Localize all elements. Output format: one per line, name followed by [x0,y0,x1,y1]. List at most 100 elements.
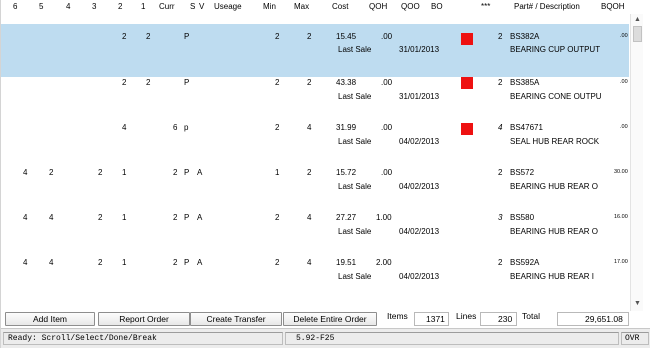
last-sale-label: Last Sale [338,227,372,236]
cell-bqoh: .00 [620,124,628,130]
cell-2: 2 [122,78,127,87]
col-header-max[interactable]: Max [294,2,309,11]
col-header-flag[interactable]: *** [481,2,490,11]
part-number: BS47671 [510,123,543,132]
grid-row[interactable]: 4 4 2 1 2 P A 2 4 19.51 2.00 Last Sale 0… [1,255,629,299]
col-header-bo[interactable]: BO [431,2,443,11]
cell-qoh: .00 [381,168,393,177]
col-header-curr[interactable]: Curr [159,2,175,11]
col-header-bqoh[interactable]: BQOH [601,2,625,11]
col-header-part[interactable]: Part# / Description [514,2,580,11]
col-header-v[interactable]: V [199,2,204,11]
grid-row[interactable]: 2 2 P 2 2 15.45 .00 Last Sale 31/01/2013… [1,24,629,77]
grid-row[interactable]: 4 2 2 1 2 P A 1 2 15.72 .00 Last Sale 04… [1,165,629,209]
cell-6: 4 [23,258,28,267]
cell-bqoh: .00 [620,33,628,39]
grid-row[interactable]: 4 6 p 2 4 31.99 .00 Last Sale 04/02/2013… [1,120,629,164]
add-item-button[interactable]: Add Item [5,312,95,326]
col-header-4[interactable]: 4 [66,2,70,11]
order-review-window: 6 5 4 3 2 1 Curr S V Useage Min Max Cost… [0,0,650,348]
backorder-flag-icon [461,33,473,45]
part-description: BEARING HUB REAR O [510,182,599,191]
part-description: SEAL HUB REAR ROCK [510,137,600,146]
cell-v: A [197,213,203,222]
cell-s: P [184,32,190,41]
part-number: BS580 [510,213,535,222]
col-header-s[interactable]: S [190,2,195,11]
report-order-button[interactable]: Report Order [98,312,190,326]
cell-cost: 15.45 [336,32,357,41]
cell-1: 2 [146,32,151,41]
action-bar: Add Item Report Order Create Transfer De… [1,311,650,327]
cell-3: 2 [98,258,103,267]
cell-5: 4 [49,213,54,222]
cell-cost: 19.51 [336,258,357,267]
cell-bqoh: 16.00 [614,214,628,220]
status-bar: Ready: Scroll/Select/Done/Break 5.92-F25… [1,328,650,348]
col-header-1[interactable]: 1 [141,2,145,11]
col-header-2[interactable]: 2 [118,2,122,11]
cell-flag-qty: 3 [498,213,503,222]
items-label: Items [387,311,408,321]
last-sale-date: 31/01/2013 [399,45,440,54]
status-version: 5.92-F25 [285,332,619,345]
cell-cost: 15.72 [336,168,357,177]
last-sale-date: 04/02/2013 [399,137,440,146]
last-sale-date: 04/02/2013 [399,182,440,191]
part-number: BS382A [510,32,540,41]
vertical-scrollbar[interactable]: ▲ ▼ [630,14,643,311]
cell-3: 2 [98,213,103,222]
cell-s: p [184,123,189,132]
column-header-bar: 6 5 4 3 2 1 Curr S V Useage Min Max Cost… [1,0,650,14]
grid-row[interactable]: 4 4 2 1 2 P A 2 4 27.27 1.00 Last Sale 0… [1,210,629,254]
cell-curr: 2 [173,213,178,222]
last-sale-date: 04/02/2013 [399,272,440,281]
cell-6: 4 [23,168,28,177]
order-grid[interactable]: 2 2 P 2 2 15.45 .00 Last Sale 31/01/2013… [1,14,629,311]
col-header-min[interactable]: Min [263,2,276,11]
cell-s: P [184,168,190,177]
cell-3: 2 [98,168,103,177]
cell-curr: 2 [173,168,178,177]
lines-label: Lines [456,311,477,321]
cell-min: 1 [275,168,280,177]
cell-max: 4 [307,123,312,132]
cell-qoh: 2.00 [376,258,392,267]
cell-flag-qty: 4 [498,123,503,132]
part-description: BEARING CUP OUTPUT [510,45,601,54]
cell-2: 2 [122,32,127,41]
scrollbar-thumb[interactable] [633,26,642,42]
total-label: Total [522,311,540,321]
cell-1: 2 [146,78,151,87]
cell-curr: 2 [173,258,178,267]
col-header-qoo[interactable]: QOO [401,2,420,11]
items-value: 1371 [426,314,445,324]
col-header-6[interactable]: 6 [13,2,17,11]
cell-2: 1 [122,168,127,177]
col-header-3[interactable]: 3 [92,2,96,11]
cell-curr: 6 [173,123,178,132]
col-header-qoh[interactable]: QOH [369,2,387,11]
col-header-useage[interactable]: Useage [214,2,242,11]
part-number: BS385A [510,78,540,87]
cell-s: P [184,213,190,222]
cell-s: P [184,78,190,87]
cell-cost: 27.27 [336,213,357,222]
status-mode: OVR [621,332,649,345]
create-transfer-button[interactable]: Create Transfer [190,312,282,326]
grid-row[interactable]: 2 2 P 2 2 43.38 .00 Last Sale 31/01/2013… [1,75,629,119]
part-description: BEARING CONE OUTPU [510,92,602,101]
last-sale-label: Last Sale [338,92,372,101]
cell-flag-qty: 2 [498,168,503,177]
delete-order-button[interactable]: Delete Entire Order [283,312,377,326]
cell-min: 2 [275,78,280,87]
col-header-5[interactable]: 5 [39,2,43,11]
arrow-down-icon[interactable]: ▼ [632,299,643,309]
cell-qoh: .00 [381,78,393,87]
cell-cost: 31.99 [336,123,357,132]
cell-max: 2 [307,78,312,87]
cell-flag-qty: 2 [498,32,503,41]
cell-6: 4 [23,213,28,222]
col-header-cost[interactable]: Cost [332,2,348,11]
arrow-up-icon[interactable]: ▲ [632,15,643,25]
